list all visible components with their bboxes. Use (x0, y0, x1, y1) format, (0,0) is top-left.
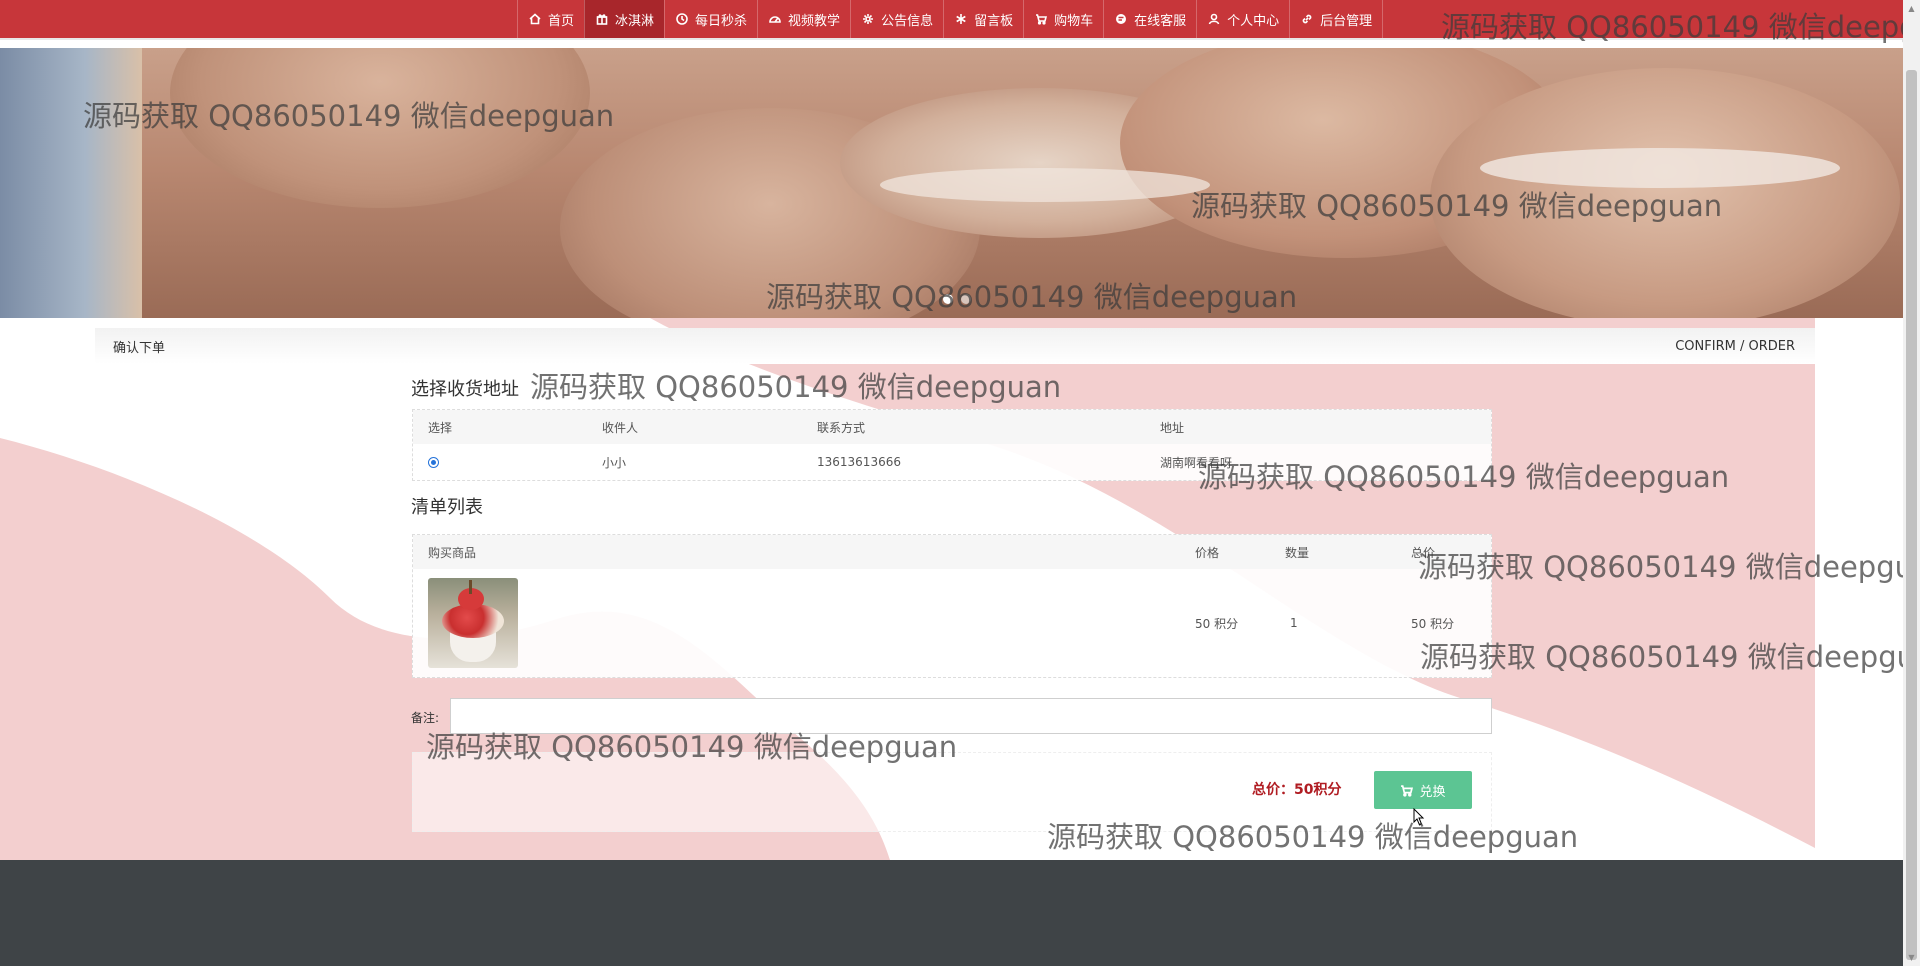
scroll-down-icon[interactable]: ▼ (1903, 949, 1920, 966)
column-header: 购买商品 (428, 545, 477, 560)
column-header: 收件人 (602, 420, 639, 435)
main-nav: 首页 冰淇淋 每日秒杀 视频教学 公告信息 留言板 购物车 在线客服 个人中心 … (517, 0, 1384, 38)
nav-item-label: 每日秒杀 (695, 13, 748, 29)
clock-icon (675, 13, 689, 25)
breadcrumb-english: CONFIRM / ORDER (1675, 338, 1795, 354)
breadcrumb: 确认下单 CONFIRM / ORDER (95, 328, 1815, 364)
total-cell: 50 积分 (1411, 616, 1455, 631)
nav-item-label: 后台管理 (1320, 13, 1373, 29)
column-header: 选择 (428, 420, 453, 435)
nav-item-notice[interactable]: 公告信息 (850, 0, 943, 38)
banner-side-image (0, 48, 142, 318)
cart-icon (1400, 784, 1414, 797)
quantity-cell: 1 (1290, 616, 1298, 630)
address-cell: 湖南啊看看呀 (1160, 455, 1233, 470)
nav-item-ice-cream[interactable]: 冰淇淋 (584, 0, 665, 38)
exchange-button[interactable]: 兑换 (1374, 771, 1472, 809)
gift-icon (595, 13, 609, 25)
carousel-dot[interactable] (943, 294, 953, 304)
nav-item-user-center[interactable]: 个人中心 (1196, 0, 1289, 38)
chat-icon (1114, 13, 1128, 25)
order-item-row: 50 积分 1 50 积分 (413, 569, 1491, 677)
banner-carousel[interactable] (0, 48, 1903, 318)
link-icon (1300, 13, 1314, 25)
column-header: 数量 (1285, 545, 1310, 560)
nav-item-label: 个人中心 (1227, 13, 1280, 29)
nav-item-home[interactable]: 首页 (517, 0, 584, 38)
carousel-dots (943, 294, 971, 304)
mouse-cursor-icon (1413, 808, 1425, 826)
column-header: 联系方式 (817, 420, 866, 435)
order-table-header: 购买商品 价格 数量 总价 (413, 535, 1491, 569)
nav-item-cart[interactable]: 购物车 (1023, 0, 1103, 38)
nav-item-label: 视频教学 (788, 13, 841, 29)
banner-macaron-image (170, 48, 590, 208)
column-header: 地址 (1160, 420, 1185, 435)
nav-item-label: 在线客服 (1134, 13, 1187, 29)
nav-item-flash-sale[interactable]: 每日秒杀 (664, 0, 757, 38)
nav-item-label: 留言板 (974, 13, 1014, 29)
scroll-up-icon[interactable]: ▲ (1903, 0, 1920, 17)
nav-item-message-board[interactable]: 留言板 (943, 0, 1023, 38)
list-section-title: 清单列表 (411, 497, 483, 518)
recipient-cell: 小小 (602, 455, 627, 470)
vertical-scrollbar[interactable]: ▲ ▼ (1903, 0, 1920, 966)
banner-macaron-image (1430, 68, 1900, 318)
page-footer (0, 860, 1903, 966)
home-icon (528, 13, 542, 25)
carousel-dot[interactable] (961, 294, 971, 304)
snowflake-icon (954, 13, 968, 25)
exchange-button-label: 兑换 (1419, 784, 1446, 800)
address-row[interactable]: 小小 13613613666 湖南啊看看呀 (413, 444, 1491, 480)
user-icon (1207, 13, 1221, 25)
remark-label: 备注: (411, 711, 440, 725)
nav-item-label: 首页 (548, 13, 575, 29)
scrollbar-thumb[interactable] (1906, 70, 1917, 960)
breadcrumb-title: 确认下单 (113, 340, 166, 356)
video-icon (768, 13, 782, 25)
nav-item-video[interactable]: 视频教学 (757, 0, 850, 38)
column-header: 价格 (1195, 545, 1220, 560)
address-table: 选择 收件人 联系方式 地址 小小 13613613666 湖南啊看看呀 (412, 409, 1492, 481)
banner-macaron-image (1480, 148, 1840, 188)
banner-macaron-image (880, 168, 1210, 202)
gear-icon (861, 13, 875, 25)
total-price: 总价：50积分 (1252, 782, 1342, 798)
order-list-table: 购买商品 价格 数量 总价 50 积分 1 50 积分 (412, 534, 1492, 678)
address-table-header: 选择 收件人 联系方式 地址 (413, 410, 1491, 444)
cart-icon (1034, 13, 1048, 25)
price-cell: 50 积分 (1195, 616, 1239, 631)
nav-item-label: 公告信息 (881, 13, 934, 29)
nav-item-online-service[interactable]: 在线客服 (1103, 0, 1196, 38)
phone-cell: 13613613666 (817, 455, 901, 469)
nav-item-label: 冰淇淋 (615, 13, 655, 29)
remark-input[interactable] (450, 698, 1492, 734)
top-navbar: 首页 冰淇淋 每日秒杀 视频教学 公告信息 留言板 购物车 在线客服 个人中心 … (0, 0, 1903, 40)
address-section-title: 选择收货地址 (411, 379, 519, 400)
nav-item-admin[interactable]: 后台管理 (1289, 0, 1384, 38)
nav-item-label: 购物车 (1054, 13, 1094, 29)
column-header: 总价 (1411, 545, 1436, 560)
address-radio[interactable] (428, 456, 439, 468)
product-image[interactable] (428, 578, 518, 668)
